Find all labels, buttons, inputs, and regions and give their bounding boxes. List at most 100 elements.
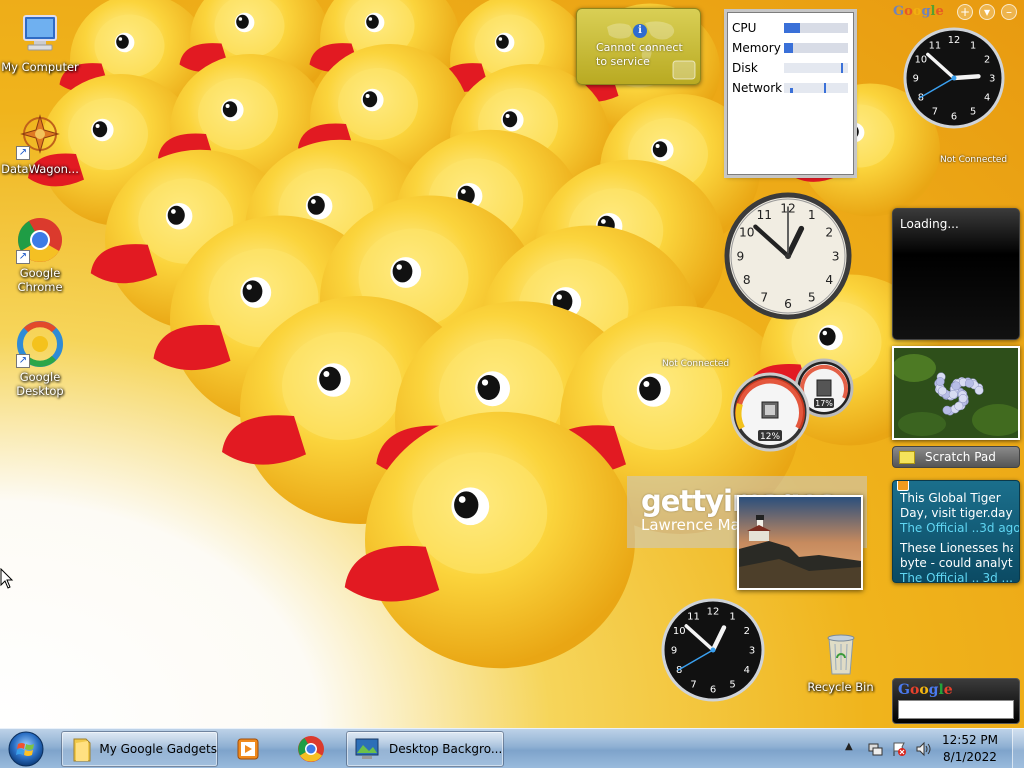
- shortcut-arrow-icon: ↗: [16, 146, 30, 160]
- lighthouse-photo: [739, 497, 861, 588]
- action-center-flag-icon[interactable]: [891, 741, 907, 757]
- desktop-icon-label: My Computer: [1, 60, 79, 74]
- clock-numeral: 4: [744, 665, 750, 676]
- photo-slideshow-gadget[interactable]: [892, 346, 1020, 440]
- google-search-gadget[interactable]: Google: [892, 678, 1020, 724]
- desktop-icon-recycle-bin[interactable]: Recycle Bin: [803, 630, 878, 694]
- clock-time: 12:52 PM: [942, 733, 998, 747]
- meter-label: CPU: [732, 21, 757, 35]
- show-hidden-icons-button[interactable]: ▲: [845, 741, 861, 757]
- clock-numeral: 2: [984, 54, 990, 65]
- desktop-icon-label: Recycle Bin: [807, 680, 874, 694]
- clock-numeral: 11: [756, 208, 772, 222]
- hydrangea-petal: [974, 385, 984, 395]
- meter-bar: [784, 43, 848, 53]
- cpu-gauge-gadget[interactable]: 17% 12%: [728, 356, 856, 452]
- news-feed-gadget[interactable]: This Global Tiger Day, visit tiger.day t…: [892, 480, 1020, 583]
- clock-center: [951, 75, 957, 81]
- clock-numeral: 2: [825, 225, 833, 239]
- clock-numeral: 7: [760, 290, 768, 304]
- desktop[interactable]: My Computer ↗ DataWagon... ↗ Google Chro…: [0, 0, 1024, 728]
- clock-numeral: 12: [707, 607, 720, 618]
- clock-numeral: 1: [729, 612, 735, 623]
- clock-numeral: 1: [970, 40, 976, 51]
- clock-numeral: 8: [676, 665, 682, 676]
- taskbar: My Google Gadgets Desktop Backgro... ▲ 1…: [0, 728, 1024, 768]
- clock-numeral: 10: [915, 54, 927, 65]
- info-icon: i: [633, 24, 647, 38]
- gadget-sidebar-controls: Google + ▾ –: [893, 3, 1021, 21]
- minimize-button[interactable]: –: [1001, 4, 1017, 20]
- network-icon[interactable]: [867, 741, 883, 757]
- weather-gadget[interactable]: i Cannot connect to service: [576, 8, 701, 85]
- system-monitor-gadget[interactable]: CPU Memory Disk Network: [727, 12, 854, 175]
- desktop-icon-google-desktop[interactable]: ↗ Google Desktop: [0, 320, 80, 398]
- hydrangea-petal: [958, 394, 968, 404]
- scratch-pad-gadget[interactable]: Scratch Pad: [892, 446, 1020, 468]
- add-gadget-button[interactable]: +: [957, 4, 973, 20]
- analog-clock-gadget[interactable]: 1234567891011 12: [902, 26, 1006, 130]
- disk-meter-row: Disk: [732, 58, 849, 78]
- shortcut-arrow-icon: ↗: [16, 250, 30, 264]
- menu-dropdown-button[interactable]: ▾: [979, 4, 995, 20]
- hydrangea-photo: [894, 348, 1018, 438]
- meter-fill: [784, 43, 793, 53]
- meter-bar: [784, 23, 848, 33]
- news-item[interactable]: This Global Tiger Day, visit tiger.day t…: [900, 491, 1019, 536]
- meter-bar: [784, 63, 848, 73]
- news-item[interactable]: These Lionesses have byte - could analyt…: [900, 541, 1013, 582]
- chrome-icon: ↗: [16, 216, 64, 264]
- desktop-icon-datawagon[interactable]: ↗ DataWagon...: [0, 112, 80, 176]
- clock-numeral: 7: [932, 107, 938, 118]
- clock-numeral: 3: [749, 646, 755, 657]
- loading-gadget[interactable]: Loading...: [892, 208, 1020, 340]
- memory-meter-row: Memory: [732, 38, 849, 58]
- meter-label: Disk: [732, 61, 758, 75]
- mouse-pointer-icon: [0, 568, 14, 589]
- clock-numeral: 9: [671, 646, 677, 657]
- taskbar-item-chrome[interactable]: [290, 731, 334, 767]
- clock-numeral: 9: [737, 249, 745, 263]
- meter-bar: [784, 83, 848, 93]
- clock-status-text: Not Connected: [940, 155, 1008, 165]
- clock-center: [710, 647, 716, 653]
- hydrangea-petal: [951, 381, 961, 391]
- google-logo: Google: [893, 4, 944, 19]
- taskbar-item-desktop-background[interactable]: Desktop Backgro...: [346, 731, 504, 767]
- hydrangea-petal: [948, 390, 958, 399]
- hydrangea-petal: [935, 377, 945, 387]
- clock-numeral: 6: [784, 297, 792, 311]
- desktop-background-icon: [355, 738, 379, 759]
- clock-numeral: 5: [808, 290, 816, 304]
- clock-status-text: Not Connected: [662, 359, 730, 369]
- taskbar-clock[interactable]: 12:52 PM 8/1/2022: [935, 732, 1005, 766]
- computer-icon: [16, 10, 64, 58]
- weather-error-message: Cannot connect to service: [596, 41, 683, 68]
- clock-center: [784, 252, 792, 260]
- svg-text:17%: 17%: [815, 399, 833, 408]
- start-button[interactable]: [6, 730, 46, 768]
- chrome-icon: [298, 736, 324, 762]
- desktop-icon-my-computer[interactable]: My Computer: [0, 10, 80, 74]
- clock-numeral: 12: [948, 35, 960, 46]
- volume-icon[interactable]: [915, 741, 931, 757]
- clock-numeral: 7: [690, 679, 696, 690]
- desktop-icon-google-chrome[interactable]: ↗ Google Chrome: [0, 216, 80, 294]
- analog-clock-gadget-bottom[interactable]: 1234567891011 12: [660, 597, 766, 703]
- large-analog-clock-gadget[interactable]: 123456789101112: [724, 192, 852, 320]
- show-desktop-button[interactable]: [1012, 729, 1024, 768]
- taskbar-item-media-player[interactable]: [228, 731, 268, 767]
- google-logo: Google: [898, 682, 953, 698]
- google-search-input[interactable]: [898, 700, 1014, 719]
- shortcut-arrow-icon: ↗: [16, 354, 30, 368]
- lighthouse-photo-gadget[interactable]: [737, 495, 863, 590]
- taskbar-item-my-google-gadgets[interactable]: My Google Gadgets: [61, 731, 218, 767]
- clock-numeral: 1: [808, 208, 816, 222]
- hydrangea-petal: [954, 401, 964, 411]
- clock-numeral: 6: [951, 112, 957, 123]
- recycle-bin-icon: [817, 630, 865, 678]
- clock-numeral: 8: [743, 273, 751, 287]
- meter-fill: [784, 23, 800, 33]
- clock-numeral: 6: [710, 685, 716, 696]
- folder-icon: [73, 738, 91, 762]
